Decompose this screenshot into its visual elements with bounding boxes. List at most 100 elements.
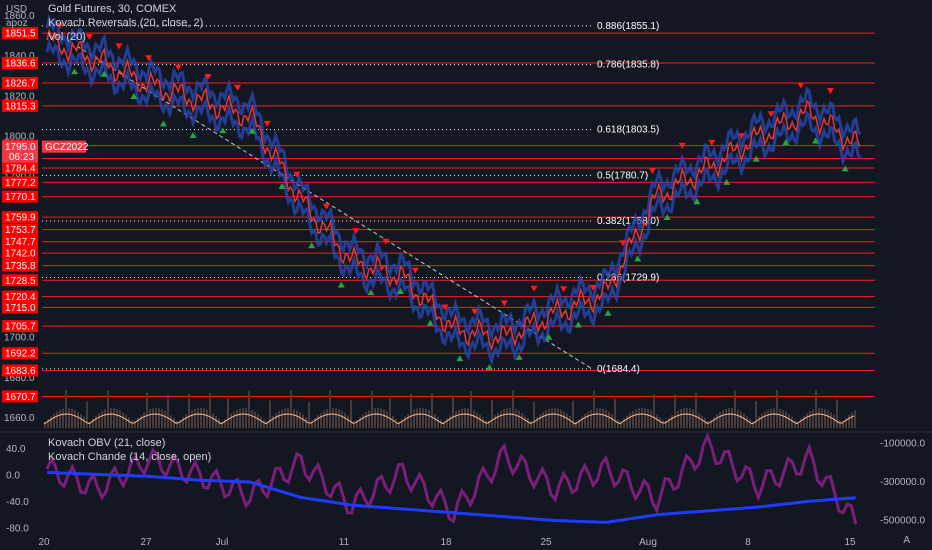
time-tick-label: Aug: [639, 537, 657, 548]
volume-bar: [230, 413, 232, 428]
indicator-reversals-label[interactable]: Kovach Reversals (20, close, 2): [48, 17, 203, 29]
volume-bar: [269, 400, 271, 428]
price-tag-label: 1836.6: [5, 59, 36, 70]
volume-bar: [725, 408, 727, 428]
volume-bar: [770, 408, 772, 428]
auto-scale-button[interactable]: A: [903, 535, 910, 546]
volume-bar: [197, 408, 199, 428]
volume-bar: [95, 415, 97, 428]
osc-left-tick: 0.0: [6, 471, 20, 482]
volume-bar: [485, 420, 487, 428]
volume-bar: [233, 411, 235, 428]
volume-bar: [677, 410, 679, 428]
volume-bar: [704, 418, 706, 428]
volume-bar: [854, 410, 856, 428]
volume-bar: [101, 411, 103, 428]
volume-bar: [584, 413, 586, 428]
volume-bar: [365, 412, 367, 428]
volume-bar: [740, 411, 742, 428]
volume-bar: [332, 408, 334, 428]
volume-bar: [98, 413, 100, 428]
volume-bar: [53, 413, 55, 428]
volume-bar: [251, 410, 253, 428]
volume-bar: [320, 412, 322, 428]
currency-label: USD: [6, 4, 28, 15]
volume-bar: [305, 417, 307, 428]
volume-bar: [188, 394, 190, 428]
volume-bar: [662, 420, 664, 428]
chart-title[interactable]: Gold Futures, 30, COMEX: [48, 3, 176, 15]
volume-bar: [737, 409, 739, 428]
volume-bar: [680, 409, 682, 428]
chart-canvas[interactable]: 0.886(1855.1) 0.786(1835.8) 0.618(1803.5) 0…: [0, 0, 932, 550]
volume-bar: [383, 409, 385, 428]
volume-bar: [686, 408, 688, 428]
volume-bar: [200, 408, 202, 428]
volume-bar: [74, 410, 76, 428]
volume-bar: [698, 412, 700, 428]
volume-bar: [119, 410, 121, 428]
volume-bar: [449, 415, 451, 428]
volume-bar: [65, 390, 67, 428]
volume-bar: [185, 414, 187, 428]
volume-bar: [407, 413, 409, 428]
price-tag-label: 1742.0: [5, 249, 36, 260]
volume-bar: [773, 408, 775, 428]
volume-bar: [152, 408, 154, 428]
volume-bar: [392, 416, 394, 428]
volume-bar: [734, 390, 736, 428]
volume-bar: [461, 408, 463, 428]
volume-bar: [413, 409, 415, 428]
volume-bar: [587, 411, 589, 428]
price-tag-label: 1770.1: [5, 192, 36, 203]
volume-bar: [512, 390, 514, 428]
indicator-obv-label[interactable]: Kovach OBV (21, close): [48, 437, 165, 449]
fib-label: 0.618(1803.5): [597, 125, 659, 136]
volume-bar: [428, 410, 430, 428]
volume-bar: [290, 390, 292, 428]
volume-bar: [557, 408, 559, 428]
volume-bar: [530, 421, 532, 428]
volume-bar: [785, 411, 787, 428]
volume-bar: [404, 416, 406, 428]
volume-bar: [536, 417, 538, 428]
volume-bar: [77, 411, 79, 428]
volume-bar: [839, 420, 841, 428]
indicator-volume-label[interactable]: Vol (20): [48, 31, 86, 43]
volume-bar: [482, 417, 484, 428]
volume-bar: [653, 394, 655, 428]
volume-bar: [776, 390, 778, 428]
volume-bar: [848, 415, 850, 428]
indicator-chande-label[interactable]: Kovach Chande (14, close, open): [48, 451, 211, 463]
volume-bar: [194, 408, 196, 428]
volume-bar: [56, 411, 58, 428]
volume-bar: [419, 408, 421, 428]
price-tag-label: 1753.7: [5, 225, 36, 236]
countdown-label: 06:23: [9, 152, 34, 163]
volume-bar: [830, 412, 832, 428]
volume-bar: [386, 411, 388, 428]
scale-mode-label: apoz: [6, 18, 28, 29]
volume-bar: [767, 409, 769, 428]
volume-bar: [206, 409, 208, 428]
volume-bar: [80, 414, 82, 428]
price-tag-label: 1705.7: [5, 322, 36, 333]
volume-bar: [236, 409, 238, 428]
volume-bar: [809, 411, 811, 428]
volume-bar: [803, 415, 805, 428]
volume-bar: [758, 416, 760, 428]
volume-bar: [155, 408, 157, 428]
volume-bar: [248, 390, 250, 428]
fib-label: 0.886(1855.1): [597, 21, 659, 32]
volume-bar: [308, 402, 310, 428]
volume-bar: [425, 408, 427, 428]
fib-label: 0(1684.4): [597, 364, 640, 375]
price-tag-label: 1735.8: [5, 261, 36, 272]
volume-bar: [326, 409, 328, 428]
volume-bar: [692, 409, 694, 428]
volume-bar: [272, 415, 274, 428]
osc-right-tick: -500000.0: [880, 515, 925, 526]
volume-bar: [242, 408, 244, 428]
osc-left-tick: -40.0: [6, 497, 29, 508]
volume-bar: [599, 408, 601, 428]
